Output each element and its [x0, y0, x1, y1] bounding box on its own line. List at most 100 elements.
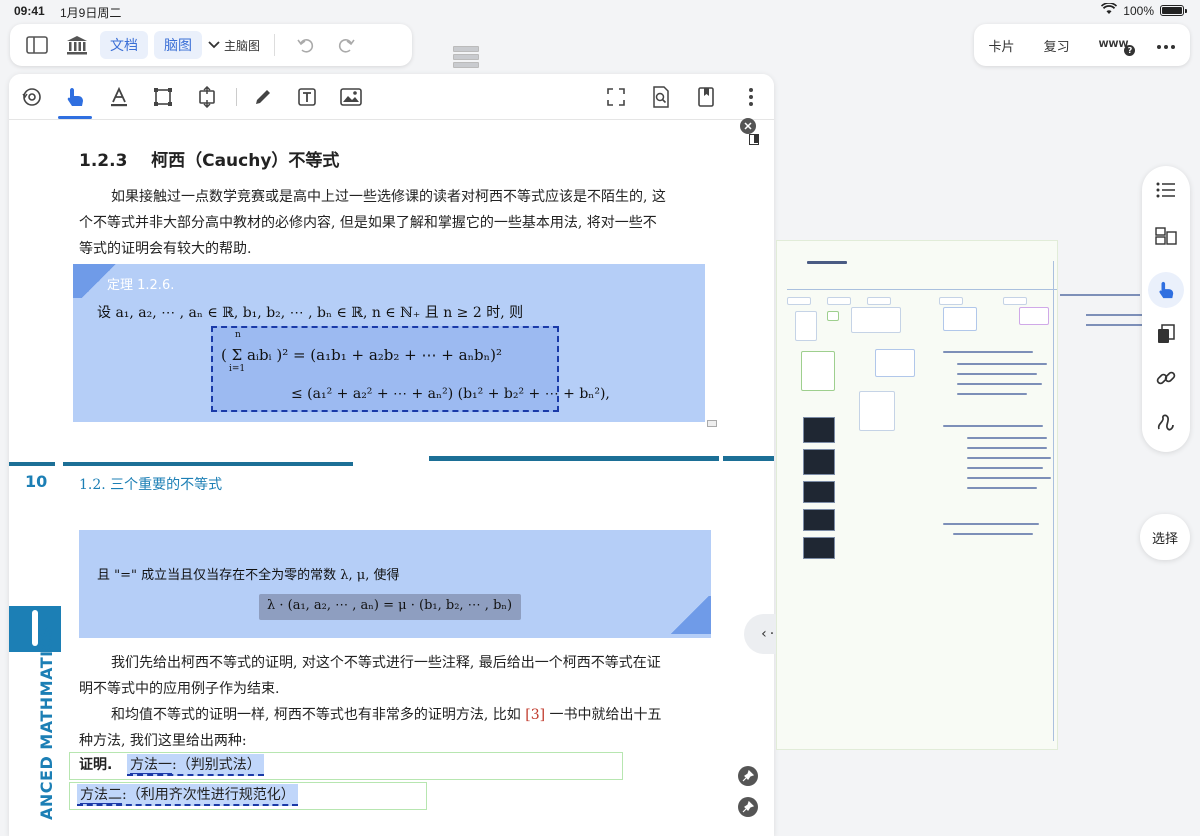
mindmap-card[interactable]: [859, 391, 895, 431]
crop-expand-icon[interactable]: [192, 83, 222, 111]
pin-icon[interactable]: [738, 766, 758, 786]
mindmap-card[interactable]: [801, 351, 835, 391]
page-break-bar: [9, 462, 55, 466]
hand-pointer-icon[interactable]: [60, 83, 90, 111]
reference-link[interactable]: [3]: [525, 707, 545, 723]
sidebar-toggle-icon[interactable]: [20, 30, 54, 60]
undo-icon[interactable]: [289, 30, 323, 60]
mindmap-text-line: [957, 363, 1047, 365]
search-document-icon[interactable]: [646, 83, 676, 111]
proof-label: 证明.: [79, 757, 113, 773]
mindmap-video-card[interactable]: [803, 537, 835, 559]
theorem-label: 定理 1.2.6.: [107, 278, 175, 293]
highlight-text-icon[interactable]: [104, 83, 134, 111]
link-icon[interactable]: [1152, 364, 1180, 392]
top-right-toolbar: 卡片 复习 WWW ?: [974, 24, 1190, 66]
text-box-icon[interactable]: [292, 83, 322, 111]
mindmap-text-line: [967, 467, 1043, 469]
sync-icon[interactable]: [17, 83, 47, 111]
intro-line-1: 如果接触过一点数学竞赛或是高中上过一些选修课的读者对柯西不等式应该是不陌生的, …: [111, 189, 666, 205]
method-1-highlight[interactable]: 方法一:（判别式法）: [127, 754, 264, 776]
cards-button[interactable]: 卡片: [989, 36, 1015, 55]
hand-pointer-icon[interactable]: [1152, 276, 1180, 304]
equality-condition: 且 "=" 成立当且仅当存在不全为零的常数 λ, μ, 使得: [97, 568, 400, 583]
mindmap-select[interactable]: 主脑图: [208, 37, 260, 54]
body-line-2: 明不等式中的应用例子作为结束.: [79, 681, 280, 697]
mindmap-card[interactable]: [795, 311, 817, 341]
mindmap-text-line: [957, 393, 1027, 395]
methods-text-end: 一书中就给出十五: [545, 707, 662, 723]
mindmap-connector: [787, 289, 1057, 290]
layout-cards-icon[interactable]: [1152, 222, 1180, 250]
page-break-bar: [63, 462, 353, 466]
close-annotation-icon[interactable]: [740, 118, 756, 134]
running-head: 1.2. 三个重要的不等式: [79, 477, 223, 493]
chevron-left-icon: ‹: [761, 626, 767, 642]
mindmap-video-card[interactable]: [803, 449, 835, 475]
tab-document[interactable]: 文档: [100, 31, 148, 59]
equality-highlight[interactable]: [79, 530, 711, 638]
mindmap-text-line: [1086, 324, 1142, 326]
right-tool-rail: [1142, 166, 1190, 452]
mindmap-card[interactable]: [827, 311, 839, 321]
outline-list-icon[interactable]: [1152, 176, 1180, 204]
mindmap-text-line: [1060, 294, 1140, 296]
more-vertical-icon[interactable]: [736, 83, 766, 111]
pin-icon[interactable]: [738, 797, 758, 817]
freehand-draw-icon[interactable]: [1152, 408, 1180, 436]
method-2-highlight[interactable]: 方法二:（利用齐次性进行规范化）: [77, 784, 298, 806]
fullscreen-icon[interactable]: [601, 83, 631, 111]
section-title-text: 柯西（Cauchy）不等式: [151, 151, 340, 171]
redo-icon[interactable]: [329, 30, 363, 60]
mindmap-text-line: [967, 437, 1047, 439]
rectangle-select-icon[interactable]: [148, 83, 178, 111]
mindmap-node[interactable]: [787, 297, 811, 305]
select-button[interactable]: 选择: [1140, 514, 1190, 560]
mindmap-node[interactable]: [867, 297, 891, 305]
mindmap-text-line: [967, 477, 1051, 479]
chapter-side-text: ANCED MATHMATICS: [37, 625, 56, 820]
mindmap-video-card[interactable]: [803, 417, 835, 443]
battery-icon: [1160, 5, 1187, 16]
library-icon[interactable]: [60, 30, 94, 60]
mindmap-video-card[interactable]: [803, 481, 835, 503]
mindmap-node[interactable]: [939, 297, 963, 305]
wifi-icon: [1101, 2, 1118, 18]
equality-formula: λ · (a₁, a₂, ⋯ , aₙ) = μ · (b₁, b₂, ⋯ , …: [267, 598, 513, 613]
mindmap-text-line: [1086, 314, 1142, 316]
more-icon[interactable]: [1157, 38, 1176, 53]
active-tool-indicator: [58, 116, 92, 119]
chevron-down-icon: [208, 38, 220, 52]
mindmap-canvas[interactable]: [776, 240, 1058, 750]
mindmap-card[interactable]: [875, 349, 915, 377]
mindmap-text-line: [943, 351, 1033, 353]
mindmap-node[interactable]: [1003, 297, 1027, 305]
mindmap-text-line: [957, 373, 1037, 375]
battery-percent: 100%: [1123, 3, 1154, 18]
sum-lower-limit: i=1: [229, 364, 246, 374]
pencil-icon[interactable]: [248, 83, 278, 111]
panel-drag-handle[interactable]: [453, 46, 479, 70]
mindmap-video-card[interactable]: [803, 509, 835, 531]
tab-mindmap[interactable]: 脑图: [154, 31, 202, 59]
note-marker-icon[interactable]: [707, 420, 717, 427]
status-time: 09:41: [14, 4, 45, 18]
review-button[interactable]: 复习: [1044, 36, 1070, 55]
dot-icon: ·: [769, 626, 775, 642]
mindmap-card[interactable]: [1019, 307, 1049, 325]
mindmap-node[interactable]: [827, 297, 851, 305]
mindmap-card[interactable]: [943, 307, 977, 331]
mindmap-card[interactable]: [851, 307, 901, 333]
mindmap-text-line: [967, 457, 1051, 459]
mindmap-root-node[interactable]: [807, 261, 847, 264]
highlight-corner-tab: [669, 596, 711, 634]
body-line-1: 我们先给出柯西不等式的证明, 对这个不等式进行一些注释, 最后给出一个柯西不等式…: [111, 655, 661, 671]
bookmark-book-icon[interactable]: [691, 83, 721, 111]
copy-icon[interactable]: [1152, 320, 1180, 348]
page-header-bar: [723, 456, 774, 461]
image-icon[interactable]: [336, 83, 366, 111]
method-2-desc: :（利用齐次性进行规范化）: [122, 787, 295, 803]
mindmap-text-line: [943, 425, 1043, 427]
www-search-icon[interactable]: WWW ?: [1099, 40, 1136, 56]
panel-layout-icon[interactable]: [749, 134, 759, 145]
